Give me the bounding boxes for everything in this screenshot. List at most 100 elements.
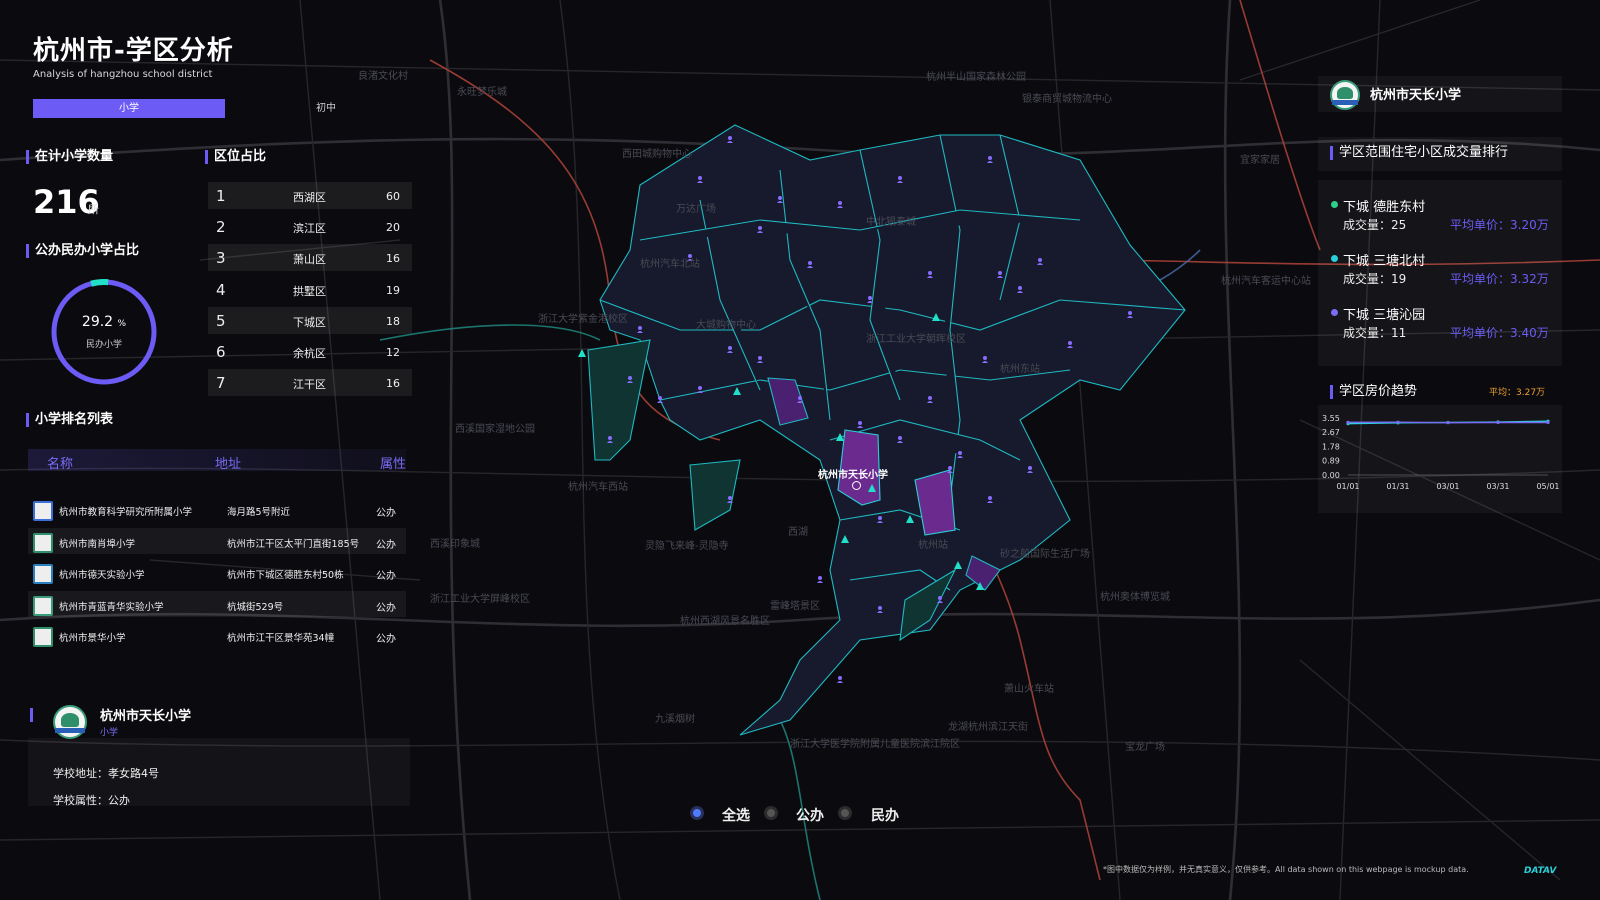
school-pin-icon [808, 261, 812, 265]
district-rank: 4 [216, 280, 226, 299]
school-card-type: 学校属性：公办 [53, 792, 130, 808]
selected-school-marker[interactable] [852, 481, 861, 490]
map-place-label: 宜家家居 [1240, 155, 1280, 166]
district-count: 16 [386, 377, 400, 391]
ranking-community-name[interactable]: 下城 三塘北村 [1343, 250, 1425, 269]
address-value: 孝女路4号 [108, 767, 159, 780]
school-pin-icon [698, 176, 702, 180]
school-list-row[interactable]: 杭州市德天实验小学 杭州市下城区德胜东村50栋 公办 [28, 559, 406, 585]
map-place-label: 杭州站 [918, 540, 948, 551]
district-count: 18 [386, 314, 400, 328]
x-tick-label: 01/31 [1386, 482, 1409, 491]
district-rank: 1 [216, 187, 226, 205]
school-pin-icon [638, 326, 642, 330]
district-name: 江干区 [293, 378, 326, 392]
ranking-volume: 成交量：25 [1343, 218, 1407, 232]
district-name: 下城区 [293, 315, 326, 329]
district-row[interactable]: 4 拱墅区 19 [208, 276, 412, 303]
school-logo-icon [33, 595, 53, 616]
ranking-title: 学区范围住宅小区成交量排行 [1330, 146, 1508, 160]
trend-average: 平均：3.27万 [1489, 388, 1546, 398]
map-place-label: 杭州半山国家森林公园 [926, 72, 1026, 83]
map-place-label: 萧山火车站 [1004, 684, 1054, 695]
school-type: 公办 [376, 571, 396, 582]
school-pin-icon [988, 156, 992, 160]
trend-data-point [1396, 420, 1400, 424]
legend-private-radio[interactable] [838, 806, 852, 820]
x-tick-label: 01/01 [1336, 482, 1359, 491]
school-list-row[interactable]: 杭州市青蓝青华实验小学 杭城街529号 公办 [28, 590, 406, 617]
school-list-row[interactable]: 杭州市景华小学 杭州市江干区景华苑34幢 公办 [28, 622, 406, 648]
district-row[interactable]: 5 下城区 18 [208, 306, 412, 334]
col-header-type[interactable]: 属性 [380, 453, 406, 472]
x-tick-label: 03/01 [1436, 482, 1459, 491]
ranking-dot-icon [1331, 255, 1338, 262]
school-pin-icon [898, 176, 902, 180]
district-name: 滨江区 [293, 222, 326, 236]
school-pin-icon [838, 201, 842, 205]
school-pin-icon [838, 676, 842, 680]
district-rank: 3 [216, 249, 226, 268]
district-row[interactable]: 7 江干区 16 [208, 369, 412, 397]
district-count: 60 [386, 190, 400, 203]
district-row[interactable]: 1 西湖区 60 [208, 182, 412, 209]
district-name: 拱墅区 [293, 284, 326, 298]
ranking-avg-price: 平均单价：3.40万 [1450, 326, 1549, 340]
school-pin-icon [878, 516, 882, 520]
col-header-name[interactable]: 名称 [47, 453, 73, 472]
ratio-number: 29.2 [81, 314, 114, 330]
brand-logo: DATAV [1524, 866, 1557, 876]
school-pin-icon [898, 436, 902, 440]
school-name: 杭州市青蓝青华实验小学 [59, 601, 164, 613]
trend-data-point [1546, 420, 1550, 425]
school-pin-icon [798, 396, 802, 400]
map-place-label: 永旺梦乐城 [457, 87, 507, 98]
map-place-label: 杭州汽车客运中心站 [1221, 276, 1311, 287]
map-place-label: 中北银泰城 [866, 217, 916, 228]
school-pin-icon [1018, 286, 1022, 290]
school-logo-icon [33, 501, 53, 521]
school-pin-icon [608, 436, 612, 440]
school-type: 公办 [376, 634, 396, 645]
legend-private-label[interactable]: 民办 [871, 805, 899, 825]
ranking-dot-icon [1331, 201, 1338, 208]
district-count: 16 [386, 252, 400, 266]
map-highlight-label[interactable]: 杭州市天长小学 [818, 466, 888, 481]
map-place-label: 浙江大学紫金港校区 [538, 314, 628, 325]
map-place-label: 九溪烟树 [655, 714, 695, 725]
ranking-community-name[interactable]: 下城 德胜东村 [1343, 196, 1425, 215]
ranking-community-name[interactable]: 下城 三塘沁园 [1343, 304, 1425, 323]
school-pin-icon [818, 576, 822, 580]
school-pin-icon [1068, 341, 1072, 345]
trend-title: 学区房价趋势 [1330, 385, 1417, 399]
trend-line-chart[interactable]: 3.55 2.67 1.78 0.89 0.00 01/01 01/31 03/01 03/31… [1318, 405, 1562, 513]
school-pin-icon [858, 421, 862, 425]
district-row[interactable]: 6 余杭区 12 [208, 338, 412, 365]
map-place-label: 灵隐飞来峰-灵隐寺 [645, 541, 729, 552]
legend-all-radio[interactable] [690, 806, 704, 820]
school-pin-icon [698, 386, 702, 390]
legend-public-radio[interactable] [764, 806, 778, 820]
school-pin-icon [658, 396, 662, 400]
y-tick-label: 1.78 [1322, 442, 1340, 451]
district-row[interactable]: 2 滨江区 20 [208, 213, 412, 240]
school-list-row[interactable]: 杭州市南肖埠小学 杭州市江干区太平门直街185号 公办 [28, 527, 406, 554]
district-row[interactable]: 3 萧山区 16 [208, 244, 412, 272]
legend-public-label[interactable]: 公办 [796, 805, 824, 825]
legend-all-label[interactable]: 全选 [722, 805, 750, 825]
col-header-address[interactable]: 地址 [215, 453, 241, 472]
tab-middle-school[interactable]: 初中 [230, 99, 422, 118]
mockup-data-footnote: *图中数据仅为样例，并无真实意义，仅供参考。All data shown on … [1103, 865, 1469, 874]
map-place-label: 宝龙广场 [1125, 742, 1165, 753]
school-count-title: 在计小学数量 [26, 150, 113, 164]
school-list-row[interactable]: 杭州市教育科学研究所附属小学 海月路5号附近 公办 [28, 496, 406, 522]
school-pin-icon [928, 271, 932, 275]
type-label: 学校属性： [53, 794, 108, 807]
school-card-address: 学校地址：孝女路4号 [53, 765, 159, 781]
x-tick-label: 05/01 [1536, 482, 1559, 491]
school-address: 杭城街529号 [227, 601, 284, 613]
type-value: 公办 [108, 794, 130, 807]
district-count: 19 [386, 283, 400, 297]
school-pin-icon [878, 606, 882, 610]
tab-primary-school[interactable]: 小学 [33, 99, 225, 118]
